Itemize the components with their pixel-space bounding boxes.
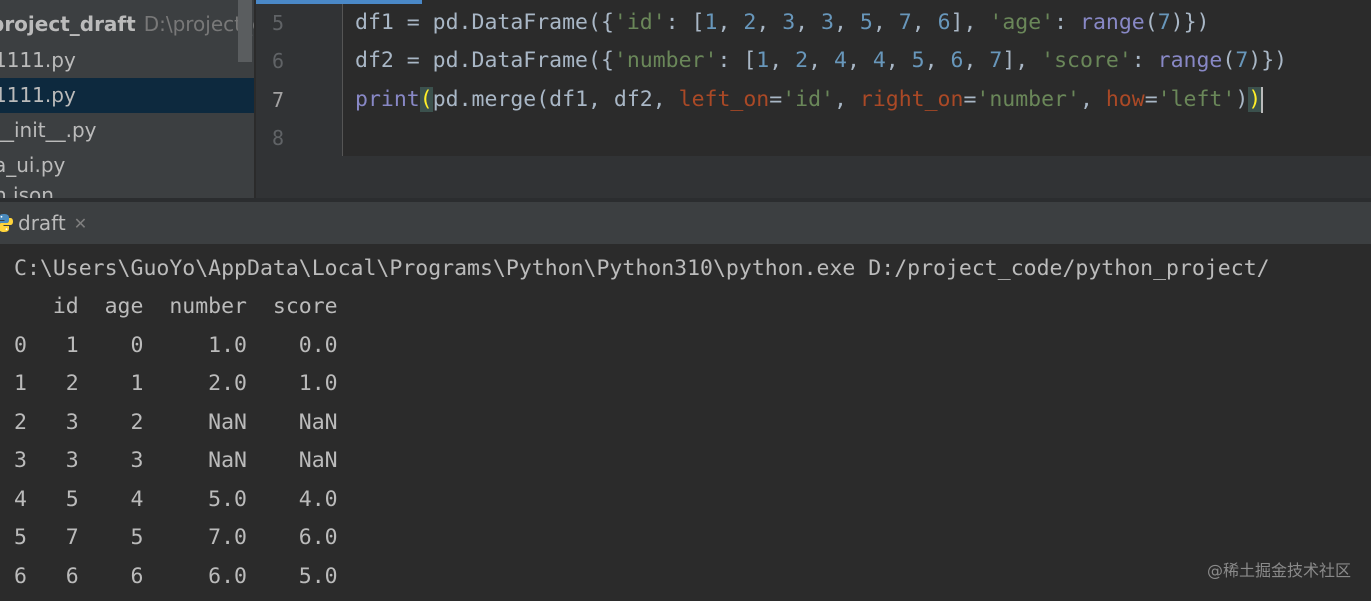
tree-item-label: 1111.py [0, 48, 76, 72]
console-line-row: 0 1 0 1.0 0.0 [14, 333, 338, 358]
code-line-current[interactable]: print(pd.merge(df1, df2, left_on='id', r… [355, 81, 1264, 119]
tree-item-file[interactable]: h.json [0, 178, 254, 200]
project-name[interactable]: project_draft [0, 12, 136, 36]
code-editor[interactable]: 5 6 7 8 df1 = pd.DataFrame({'id': [1, 2,… [256, 4, 1371, 156]
console-line-row: 6 6 6 6.0 5.0 [14, 564, 338, 589]
console-line-header: id age number score [14, 294, 338, 319]
watermark-text: @稀土掘金技术社区 [1206, 561, 1351, 580]
console-line-command: C:\Users\GuoYo\AppData\Local\Programs\Py… [14, 256, 1270, 281]
tree-item-file-selected[interactable]: 1111.py [0, 78, 254, 113]
tree-item-label: a_ui.py [0, 153, 66, 177]
tree-item-label: 1111.py [0, 83, 76, 107]
text-caret [1261, 87, 1264, 113]
code-line[interactable]: df1 = pd.DataFrame({'id': [1, 2, 3, 3, 5… [355, 4, 1209, 42]
run-console[interactable]: C:\Users\GuoYo\AppData\Local\Programs\Py… [0, 244, 1371, 601]
project-header: project_draftD:\project_code [0, 8, 254, 40]
tree-item-label: __init__.py [0, 118, 97, 142]
python-icon [0, 214, 13, 232]
console-line-row: 2 3 2 NaN NaN [14, 410, 338, 435]
console-line-row: 4 5 4 5.0 4.0 [14, 487, 338, 512]
run-tab-draft[interactable]: draft ✕ [0, 202, 97, 244]
line-number: 6 [271, 49, 284, 73]
console-line-row: 5 7 5 7.0 6.0 [14, 525, 338, 550]
line-number: 8 [271, 126, 284, 150]
project-tree-panel: project_draftD:\project_code 1111.py 111… [0, 0, 254, 200]
line-gutter: 5 6 7 8 [256, 4, 342, 156]
line-number-current: 7 [271, 88, 284, 112]
code-line[interactable]: df2 = pd.DataFrame({'number': [1, 2, 4, … [355, 42, 1287, 80]
line-number: 5 [271, 11, 284, 35]
gutter-divider [342, 4, 343, 156]
run-toolwindow-header: draft ✕ [0, 202, 1371, 244]
console-line-row: 1 2 1 2.0 1.0 [14, 371, 338, 396]
editor-empty-area[interactable] [256, 156, 1371, 198]
console-line-row: 3 3 3 NaN NaN [14, 448, 338, 473]
run-tab-label: draft [18, 211, 66, 235]
tree-item-file[interactable]: __init__.py [0, 113, 254, 148]
tree-item-file[interactable]: 1111.py [0, 43, 254, 78]
close-icon[interactable]: ✕ [74, 214, 87, 233]
